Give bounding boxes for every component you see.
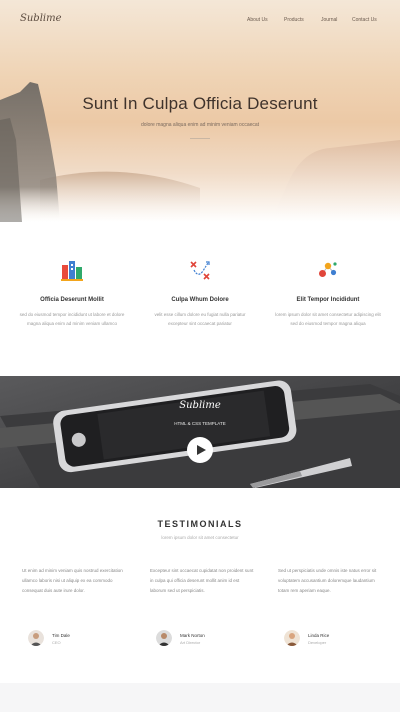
- feature-3: Elit Tempor Incididunt lorem ipsum dolor…: [273, 258, 383, 328]
- nav-item-contact[interactable]: Contact Us: [352, 17, 377, 23]
- testimonial-quote: Ut enim ad minim veniam quis nostrud exe…: [22, 568, 123, 593]
- avatar: [28, 630, 44, 646]
- avatar: [284, 630, 300, 646]
- feature-description: lorem ipsum dolor sit amet consectetur a…: [275, 312, 381, 326]
- phone-on-notebook-image: [0, 376, 400, 488]
- molecule-icon: [319, 262, 337, 277]
- buildings-icon: [61, 261, 83, 281]
- feature-2: Culpa Whum Dolore velit esse cillum dolo…: [145, 258, 255, 328]
- feature-title: Officia Deserunt Mollit: [40, 297, 104, 303]
- hero-title: Sunt In Culpa Officia Deserunt: [82, 94, 318, 113]
- author-role: CEO: [52, 640, 61, 645]
- hero-divider: [190, 138, 210, 139]
- hero-subtitle: dolore magna aliqua enim ad minim veniam…: [140, 122, 260, 128]
- author-role: Art Director: [180, 640, 201, 645]
- showcase-subtitle: HTML & CSS TEMPLATE: [174, 421, 226, 426]
- author-name: Tim Dale: [52, 633, 70, 638]
- testimonial-card: Excepteur sint occaecat cupidatat non pr…: [150, 566, 254, 646]
- testimonial-quote: Excepteur sint occaecat cupidatat non pr…: [150, 568, 254, 593]
- author-role: Developer: [308, 640, 327, 645]
- testimonials-heading: TESTIMONIALS: [157, 519, 243, 529]
- showcase-photo: [0, 376, 400, 488]
- testimonials-subheading: lorem ipsum dolor sit amet consectetur: [161, 535, 239, 540]
- site-logo[interactable]: Sublime: [20, 13, 62, 24]
- feature-title: Elit Tempor Incididunt: [296, 297, 360, 303]
- testimonial-card: Ut enim ad minim veniam quis nostrud exe…: [22, 566, 126, 646]
- play-button[interactable]: [187, 437, 213, 463]
- nav-item-products[interactable]: Products: [284, 17, 304, 23]
- showcase-title: Sublime: [179, 400, 221, 411]
- feature-description: sed do eiusmod tempor incididunt ut labo…: [19, 312, 125, 326]
- testimonial-author: Linda Rice Developer: [284, 630, 384, 650]
- testimonial-quote: Sed ut perspiciatis unde omnis iste natu…: [278, 568, 377, 593]
- strategy-icon: [190, 261, 210, 280]
- author-name: Linda Rice: [308, 633, 330, 638]
- avatar: [156, 630, 172, 646]
- feature-description: velit esse cillum dolore eu fugiat nulla…: [154, 312, 246, 326]
- nav-item-about[interactable]: About Us: [247, 17, 268, 23]
- footer: [0, 683, 400, 712]
- testimonial-author: Tim Dale CEO: [28, 630, 128, 650]
- feature-1: Officia Deserunt Mollit sed do eiusmod t…: [17, 258, 127, 328]
- author-name: Mark Norton: [180, 633, 205, 638]
- feature-title: Culpa Whum Dolore: [171, 297, 229, 303]
- testimonial-card: Sed ut perspiciatis unde omnis iste natu…: [278, 566, 382, 646]
- nav-item-journal[interactable]: Journal: [321, 17, 337, 23]
- testimonial-author: Mark Norton Art Director: [156, 630, 256, 650]
- top-navigation: Sublime About Us Products Journal Contac…: [0, 0, 400, 40]
